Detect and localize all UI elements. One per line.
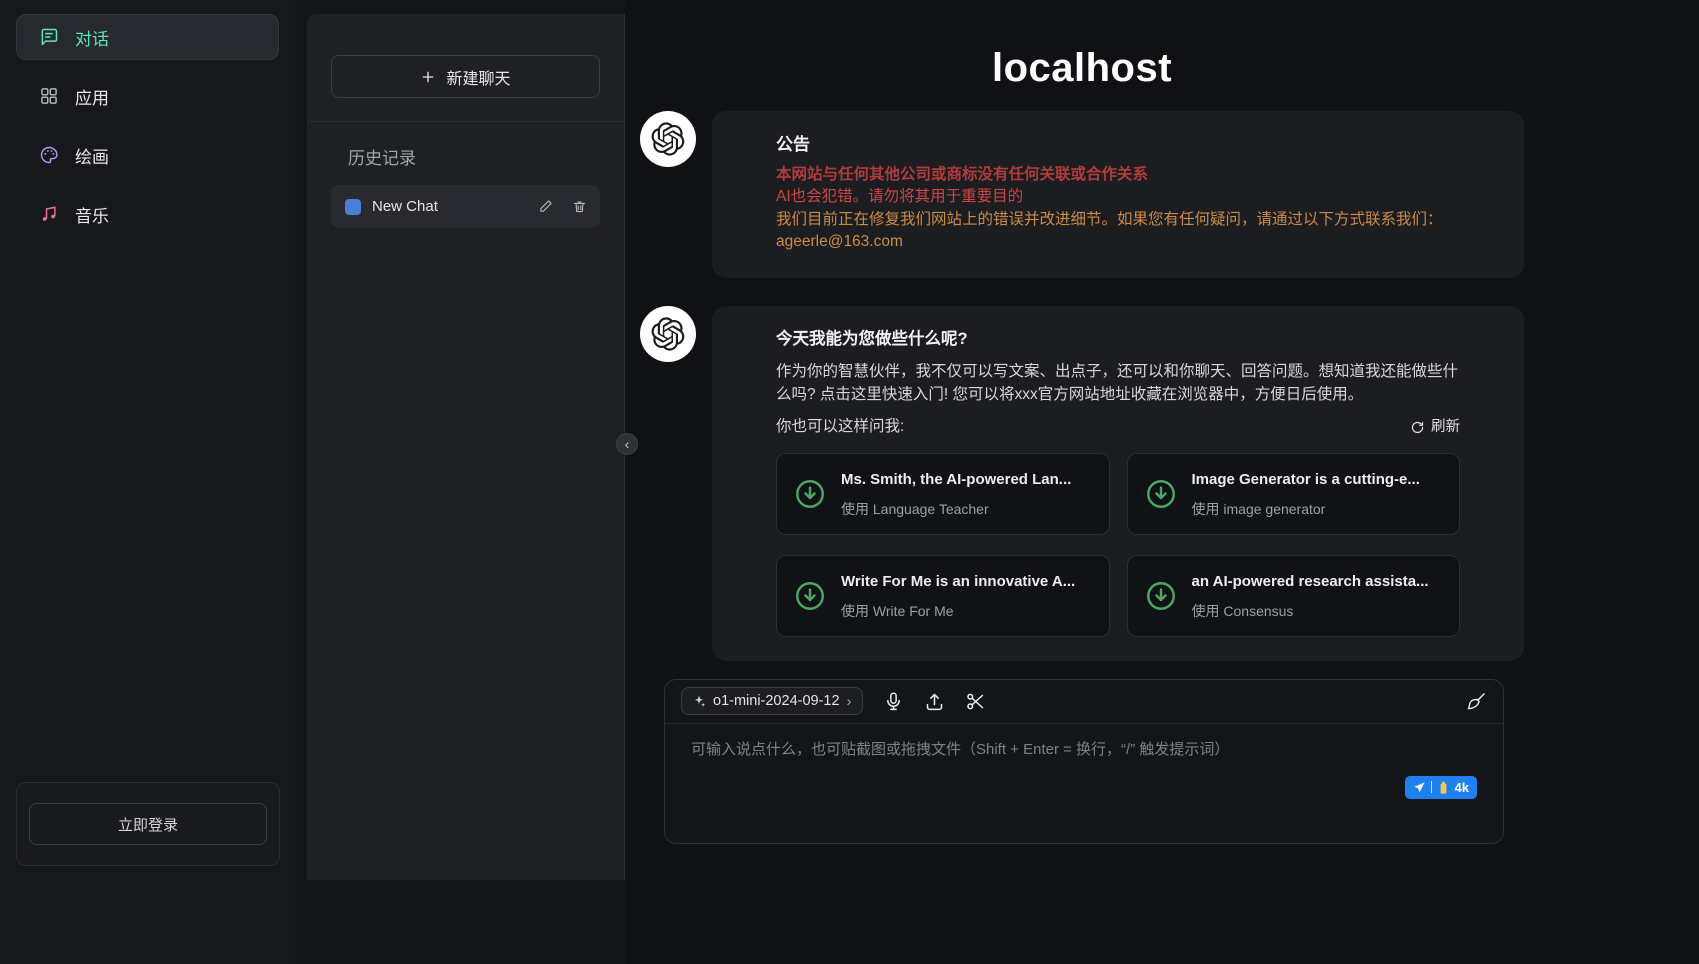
openai-logo-icon	[651, 317, 685, 351]
history-section-title: 历史记录	[348, 144, 600, 169]
suggestion-card[interactable]: an AI-powered research assista... 使用 Con…	[1127, 555, 1461, 637]
sidebar: 对话 应用 绘画 音乐 立即登录	[0, 0, 295, 964]
assistant-avatar	[640, 306, 696, 362]
suggestion-card[interactable]: Image Generator is a cutting-e... 使用 ima…	[1127, 453, 1461, 535]
sidebar-item-drawing[interactable]: 绘画	[16, 132, 279, 178]
ask-hint-row: 你也可以这样问我: 刷新	[776, 416, 1460, 438]
suggestion-subtitle: 使用 Write For Me	[841, 601, 1075, 621]
download-circle-icon	[793, 477, 827, 511]
badge-divider	[1431, 781, 1432, 793]
assistant-avatar	[640, 111, 696, 167]
music-note-icon	[39, 204, 59, 224]
suggestion-title: Image Generator is a cutting-e...	[1192, 469, 1420, 491]
suggestion-card[interactable]: Ms. Smith, the AI-powered Lan... 使用 Lang…	[776, 453, 1110, 535]
app-window: 对话 应用 绘画 音乐 立即登录 新建聊天 历史记录 New Chat	[0, 0, 1699, 964]
welcome-body: 作为你的智慧伙伴，我不仅可以写文案、出点子，还可以和你聊天、回答问题。想知道我还…	[776, 361, 1460, 406]
suggestion-subtitle: 使用 Language Teacher	[841, 499, 1071, 519]
upload-icon[interactable]	[924, 691, 945, 712]
clear-brush-icon[interactable]	[1466, 691, 1487, 712]
delete-icon[interactable]	[572, 199, 587, 214]
history-chat-item[interactable]: New Chat	[331, 185, 600, 228]
microphone-icon[interactable]	[883, 691, 904, 712]
refresh-suggestions-button[interactable]: 刷新	[1410, 417, 1460, 438]
chevron-left-icon: ‹	[625, 437, 630, 451]
composer-toolbar: o1-mini-2024-09-12 ›	[665, 680, 1503, 724]
announcement-line: AI也会犯错。请勿将其用于重要目的	[776, 186, 1460, 208]
chat-column: localhost 公告 本网站与任何其他公司或商标没有任何关联或合作关系 AI…	[640, 46, 1524, 844]
sidebar-item-chat[interactable]: 对话	[16, 14, 279, 60]
message-input[interactable]	[665, 724, 1503, 812]
model-selector[interactable]: o1-mini-2024-09-12 ›	[681, 687, 863, 715]
model-name: o1-mini-2024-09-12	[713, 693, 840, 709]
page-title: localhost	[640, 46, 1524, 91]
new-chat-button[interactable]: 新建聊天	[331, 55, 600, 98]
sidebar-footer: 立即登录	[16, 782, 280, 866]
sidebar-item-label: 绘画	[75, 143, 109, 168]
download-circle-icon	[1144, 477, 1178, 511]
announcement-message: 公告 本网站与任何其他公司或商标没有任何关联或合作关系 AI也会犯错。请勿将其用…	[640, 111, 1524, 278]
login-button[interactable]: 立即登录	[29, 803, 267, 845]
palette-icon	[39, 145, 59, 165]
download-circle-icon	[793, 579, 827, 613]
refresh-icon	[1410, 420, 1425, 435]
sparkle-icon	[692, 694, 706, 708]
sidebar-item-label: 对话	[75, 25, 109, 50]
send-button[interactable]: 4k	[1405, 776, 1477, 799]
token-count: 4k	[1455, 780, 1469, 795]
ask-hint: 你也可以这样问我:	[776, 416, 904, 438]
scissors-icon[interactable]	[965, 691, 986, 712]
sidebar-item-label: 应用	[75, 84, 109, 109]
suggestion-subtitle: 使用 Consensus	[1192, 601, 1429, 621]
sidebar-item-label: 音乐	[75, 202, 109, 227]
suggestion-title: Ms. Smith, the AI-powered Lan...	[841, 469, 1071, 491]
edit-icon[interactable]	[538, 199, 553, 214]
history-panel: 新建聊天 历史记录 New Chat	[307, 14, 625, 880]
refresh-label: 刷新	[1431, 417, 1460, 438]
suggestion-card[interactable]: Write For Me is an innovative A... 使用 Wr…	[776, 555, 1110, 637]
token-battery-icon	[1437, 781, 1450, 794]
plus-icon	[420, 69, 436, 85]
apps-grid-icon	[39, 86, 59, 106]
history-divider	[307, 121, 624, 122]
chat-bubble-icon	[39, 27, 59, 47]
chat-color-swatch	[345, 199, 361, 215]
chat-title: New Chat	[372, 198, 519, 215]
contact-email-link[interactable]: ageerle@163.com	[776, 231, 1460, 253]
welcome-bubble: 今天我能为您做些什么呢? 作为你的智慧伙伴，我不仅可以写文案、出点子，还可以和你…	[712, 306, 1524, 661]
suggestion-grid: Ms. Smith, the AI-powered Lan... 使用 Lang…	[776, 453, 1460, 637]
announcement-heading: 公告	[776, 133, 1460, 158]
sidebar-item-apps[interactable]: 应用	[16, 73, 279, 119]
chevron-right-icon: ›	[847, 693, 852, 710]
openai-logo-icon	[651, 122, 685, 156]
announcement-line: 本网站与任何其他公司或商标没有任何关联或合作关系	[776, 164, 1460, 186]
suggestion-subtitle: 使用 image generator	[1192, 499, 1420, 519]
paper-plane-icon	[1413, 781, 1426, 794]
download-circle-icon	[1144, 579, 1178, 613]
suggestion-title: Write For Me is an innovative A...	[841, 571, 1075, 593]
composer: o1-mini-2024-09-12 › 4k	[664, 679, 1504, 844]
collapse-sidebar-button[interactable]: ‹	[616, 433, 638, 455]
suggestion-title: an AI-powered research assista...	[1192, 571, 1429, 593]
announcement-bubble: 公告 本网站与任何其他公司或商标没有任何关联或合作关系 AI也会犯错。请勿将其用…	[712, 111, 1524, 278]
welcome-heading: 今天我能为您做些什么呢?	[776, 328, 1460, 352]
sidebar-item-music[interactable]: 音乐	[16, 191, 279, 237]
chat-main: localhost 公告 本网站与任何其他公司或商标没有任何关联或合作关系 AI…	[625, 0, 1699, 964]
welcome-message: 今天我能为您做些什么呢? 作为你的智慧伙伴，我不仅可以写文案、出点子，还可以和你…	[640, 306, 1524, 661]
new-chat-label: 新建聊天	[446, 65, 510, 89]
announcement-line: 我们目前正在修复我们网站上的错误并改进细节。如果您有任何疑问，请通过以下方式联系…	[776, 209, 1460, 231]
